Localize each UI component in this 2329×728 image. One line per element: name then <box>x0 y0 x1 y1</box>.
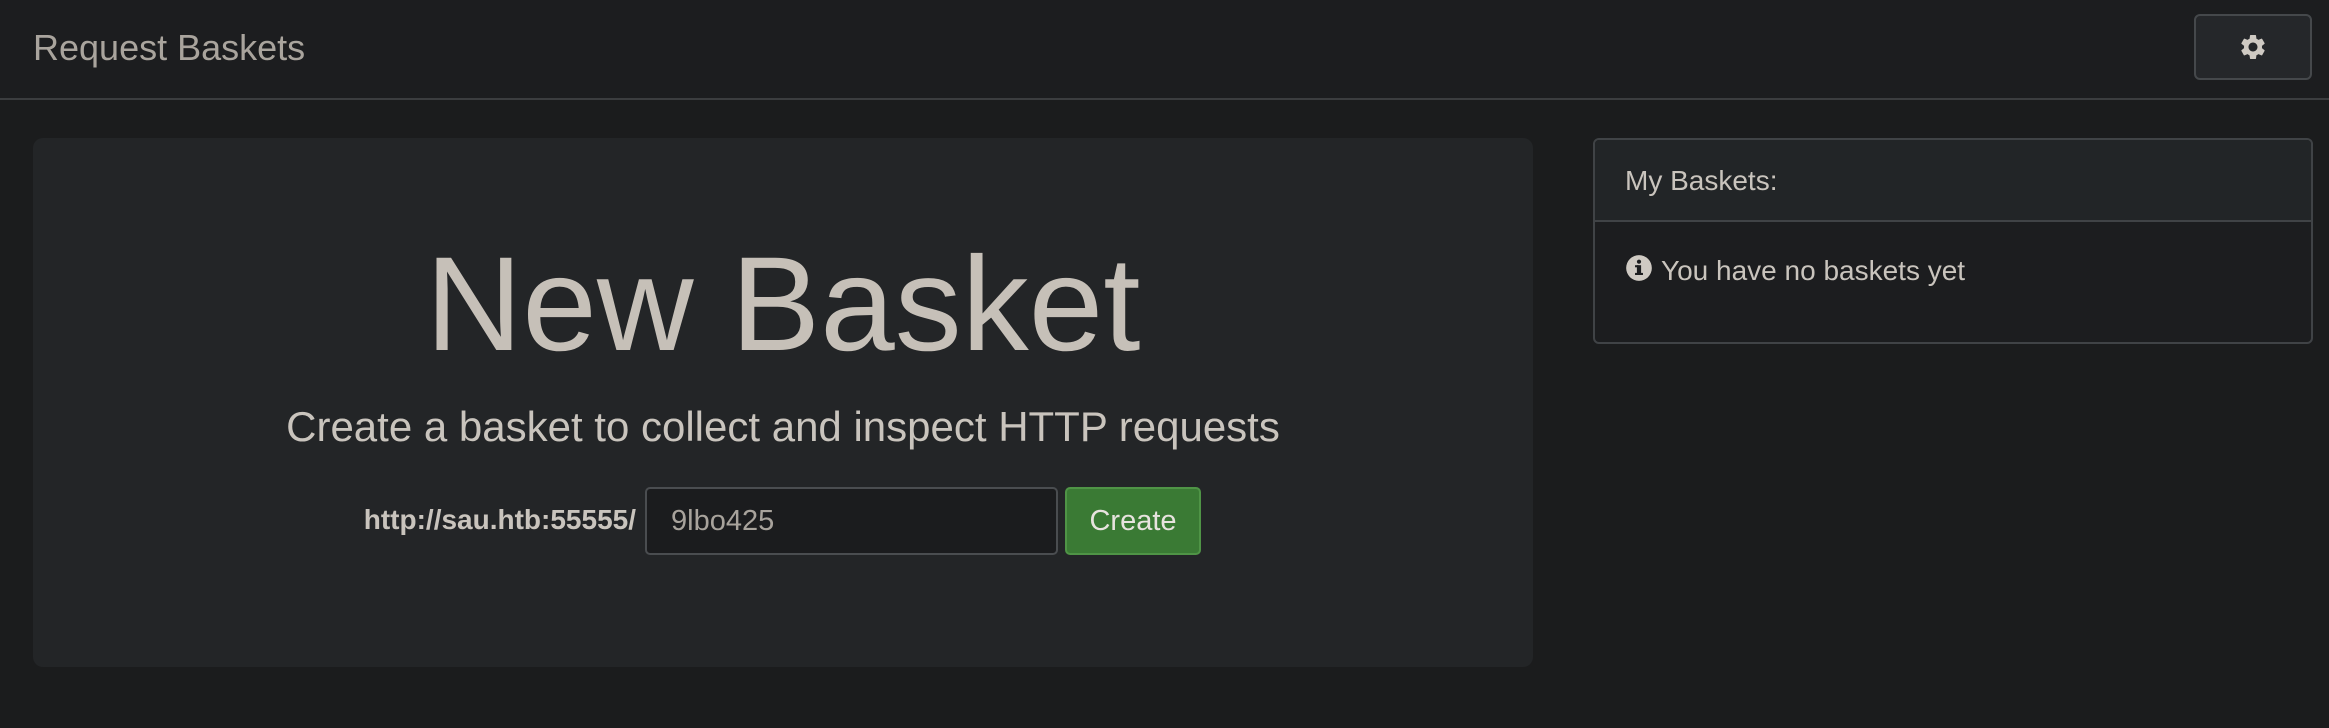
info-circle-icon <box>1626 255 1652 281</box>
page-subtitle: Create a basket to collect and inspect H… <box>286 403 1280 450</box>
page-title: New Basket <box>425 230 1141 379</box>
create-button[interactable]: Create <box>1065 487 1201 555</box>
gear-icon <box>2241 34 2265 59</box>
my-baskets-body: You have no baskets yet <box>1595 222 2311 290</box>
empty-baskets-message: You have no baskets yet <box>1661 255 1966 286</box>
my-baskets-heading: My Baskets: <box>1595 140 2311 222</box>
app-brand[interactable]: Request Baskets <box>33 26 305 70</box>
top-navbar: Request Baskets <box>0 0 2329 100</box>
basket-name-input[interactable] <box>645 487 1058 555</box>
basket-url-prefix: http://sau.htb:55555/ <box>363 504 636 535</box>
settings-button[interactable] <box>2194 14 2312 80</box>
my-baskets-panel: My Baskets: You have no baskets yet <box>1593 138 2313 344</box>
